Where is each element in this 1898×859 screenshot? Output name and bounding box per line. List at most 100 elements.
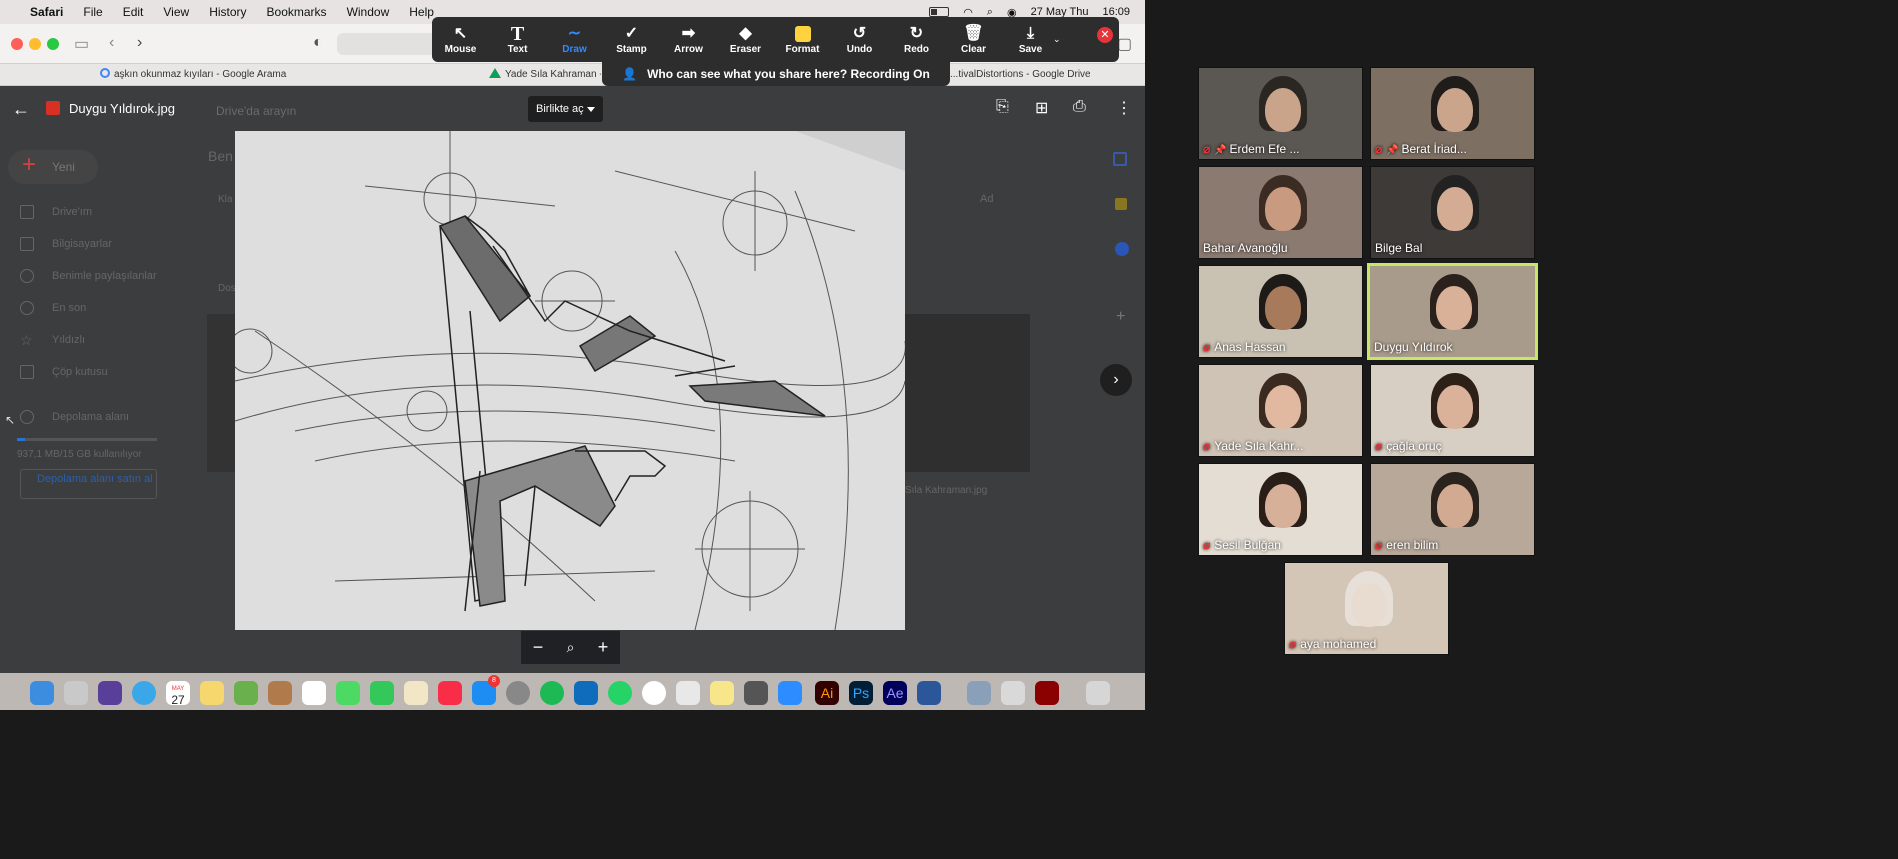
minimize-window-button[interactable] bbox=[29, 38, 41, 50]
back-arrow-icon[interactable]: ← bbox=[12, 99, 30, 120]
menu-app-name[interactable]: Safari bbox=[30, 5, 63, 19]
preview-icon[interactable] bbox=[967, 681, 991, 705]
back-icon[interactable]: ‹ bbox=[109, 34, 114, 52]
menu-help[interactable]: Help bbox=[409, 5, 434, 19]
slack-icon[interactable] bbox=[676, 681, 700, 705]
privacy-shield-icon[interactable]: ◐ bbox=[313, 34, 323, 52]
close-window-button[interactable] bbox=[11, 38, 23, 50]
tool-mouse[interactable]: ↖ Mouse bbox=[432, 24, 489, 55]
menu-edit[interactable]: Edit bbox=[123, 5, 144, 19]
participant-tile[interactable]: Duygu Yıldırok bbox=[1367, 263, 1538, 360]
drive-search-input[interactable]: Drive'da arayın bbox=[216, 104, 296, 118]
add-shortcut-icon[interactable]: ⊞ bbox=[1035, 98, 1048, 118]
tab-drive-yade[interactable]: Yade Sıla Kahraman - G bbox=[489, 64, 601, 86]
tab-drive-distortions[interactable]: ...tivalDistortions - Google Drive bbox=[950, 64, 1090, 86]
menu-file[interactable]: File bbox=[83, 5, 102, 19]
add-addon-icon[interactable]: + bbox=[1116, 308, 1125, 326]
buy-storage-button[interactable]: Depolama alanı satın al bbox=[20, 469, 157, 499]
close-annotation-button[interactable]: ✕ bbox=[1097, 27, 1113, 43]
participant-tile[interactable]: Bilge Bal bbox=[1370, 166, 1535, 259]
battery-icon[interactable] bbox=[929, 7, 950, 17]
participant-tile[interactable]: ⌀ çağla oruç bbox=[1370, 364, 1535, 457]
notes-icon[interactable] bbox=[200, 681, 224, 705]
launchpad-icon[interactable] bbox=[64, 681, 88, 705]
menu-bookmarks[interactable]: Bookmarks bbox=[267, 5, 327, 19]
participant-tile[interactable]: Bahar Avanoğlu bbox=[1198, 166, 1363, 259]
sidebar-item-computers[interactable]: Bilgisayarlar bbox=[52, 238, 112, 250]
tool-clear[interactable]: 🗑 Clear bbox=[945, 24, 1002, 55]
facetime-icon[interactable] bbox=[370, 681, 394, 705]
inkscape-icon[interactable] bbox=[744, 681, 768, 705]
menu-view[interactable]: View bbox=[163, 5, 189, 19]
participant-tile[interactable]: ⌀ 📌 Erdem Efe ... bbox=[1198, 67, 1363, 160]
new-button[interactable]: Yeni bbox=[8, 148, 98, 184]
participant-tile[interactable]: ⌀ Sesil Bulğan bbox=[1198, 463, 1363, 556]
whatsapp-icon[interactable] bbox=[608, 681, 632, 705]
participant-tile[interactable]: ⌀ eren bilim bbox=[1370, 463, 1535, 556]
tool-eraser[interactable]: ◆ Eraser bbox=[717, 24, 774, 55]
chevron-down-icon[interactable]: ⌄ bbox=[1053, 34, 1061, 45]
tab-google-search[interactable]: aşkın okunmaz kıyıları - Google Arama bbox=[100, 64, 375, 86]
word-icon[interactable] bbox=[917, 681, 941, 705]
tool-undo[interactable]: ↺ Undo bbox=[831, 24, 888, 55]
siri-icon[interactable] bbox=[98, 681, 122, 705]
calendar-icon[interactable]: MAY 27 bbox=[166, 681, 190, 707]
finder-icon[interactable] bbox=[30, 681, 54, 705]
tool-redo[interactable]: ↻ Redo bbox=[888, 24, 945, 55]
keep-icon[interactable] bbox=[1115, 198, 1127, 210]
sidebar-toggle-icon[interactable]: ▭ bbox=[74, 34, 89, 54]
sidebar-item-my-drive[interactable]: Drive'ım bbox=[52, 206, 92, 218]
zoom-in-button[interactable]: + bbox=[598, 637, 609, 658]
tool-stamp[interactable]: ✓ Stamp bbox=[603, 24, 660, 55]
tasks-icon[interactable] bbox=[1115, 242, 1129, 256]
tab-overview-icon[interactable]: ▢ bbox=[1117, 34, 1132, 54]
menu-window[interactable]: Window bbox=[347, 5, 390, 19]
menu-history[interactable]: History bbox=[209, 5, 246, 19]
system-preferences-icon[interactable] bbox=[506, 681, 530, 705]
photoshop-icon[interactable]: Ps bbox=[849, 681, 873, 705]
maps-icon[interactable] bbox=[234, 681, 258, 705]
more-options-icon[interactable]: ⋮ bbox=[1116, 98, 1132, 118]
print-icon[interactable]: ⎙ bbox=[1073, 98, 1086, 116]
contacts-icon[interactable] bbox=[268, 681, 292, 705]
sidebar-item-trash[interactable]: Çöp kutusu bbox=[52, 366, 108, 378]
outlook-icon[interactable] bbox=[574, 681, 598, 705]
calendar-icon[interactable] bbox=[1113, 152, 1127, 166]
tool-draw[interactable]: ∼ Draw bbox=[546, 24, 603, 55]
sort-label[interactable]: Ad bbox=[980, 193, 993, 205]
illustrator-icon[interactable]: Ai bbox=[815, 681, 839, 705]
acrobat-icon[interactable] bbox=[1001, 681, 1025, 705]
participant-tile[interactable]: ⌀ Anas Hassan bbox=[1198, 265, 1363, 358]
zoom-icon[interactable] bbox=[778, 681, 802, 705]
messages-icon[interactable] bbox=[336, 681, 360, 705]
forward-icon[interactable]: › bbox=[137, 34, 142, 52]
tool-format[interactable]: Format bbox=[774, 24, 831, 55]
tool-arrow[interactable]: ➡ Arrow bbox=[660, 24, 717, 55]
tool-save[interactable]: ⤓ Save bbox=[1002, 24, 1059, 55]
participant-tile[interactable]: ⌀ aya mohamed bbox=[1284, 562, 1449, 655]
app-store-icon[interactable]: 8 bbox=[472, 675, 500, 705]
safari-icon[interactable] bbox=[132, 681, 156, 705]
stickies-icon[interactable] bbox=[710, 681, 734, 705]
photos-icon[interactable] bbox=[302, 681, 326, 705]
sidebar-item-recent[interactable]: En son bbox=[52, 302, 86, 314]
recording-banner[interactable]: 👤 Who can see what you share here? Record… bbox=[602, 62, 950, 86]
sidebar-item-starred[interactable]: Yıldızlı bbox=[52, 334, 85, 346]
zoom-window-button[interactable] bbox=[47, 38, 59, 50]
participant-tile[interactable]: ⌀ Yade Sıla Kahr... bbox=[1198, 364, 1363, 457]
music-icon[interactable] bbox=[438, 681, 462, 705]
after-effects-icon[interactable]: Ae bbox=[883, 681, 907, 705]
pages-icon[interactable] bbox=[404, 681, 428, 705]
open-with-button[interactable]: Birlikte aç bbox=[528, 96, 603, 122]
tool-text[interactable]: T Text bbox=[489, 24, 546, 55]
zoom-magnifier-icon[interactable]: ⌕ bbox=[567, 639, 575, 656]
spotify-icon[interactable] bbox=[540, 681, 564, 705]
sidebar-storage-title[interactable]: Depolama alanı bbox=[52, 411, 129, 423]
trash-bin-icon[interactable] bbox=[1086, 681, 1110, 705]
address-bar[interactable] bbox=[337, 33, 447, 55]
participant-tile[interactable]: ⌀ 📌 Berat İriad... bbox=[1370, 67, 1535, 160]
sidebar-item-shared[interactable]: Benimle paylaşılanlar bbox=[52, 270, 157, 282]
move-to-folder-icon[interactable]: ⎘ bbox=[996, 98, 1009, 116]
next-image-button[interactable]: › bbox=[1100, 364, 1132, 396]
flash-icon[interactable] bbox=[1035, 681, 1059, 705]
